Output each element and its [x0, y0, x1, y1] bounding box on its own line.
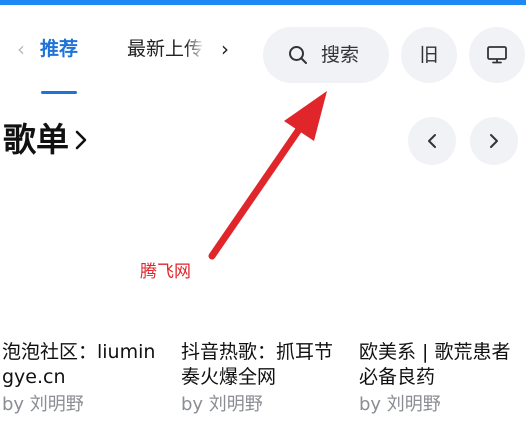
playlist-card-title[interactable]: 欧美系 | 歌荒患者必备良药 [359, 340, 519, 390]
chevron-right-icon[interactable]: › [215, 37, 235, 61]
tab-latest-upload-label: 最新上传 [127, 38, 204, 60]
tab-latest-upload[interactable]: 最新上传 [127, 35, 205, 63]
search-icon [289, 46, 307, 64]
next-page-button[interactable] [470, 117, 518, 165]
tab-recommend[interactable]: 推荐 [40, 35, 78, 63]
playlist-card-title[interactable]: 泡泡社区：liumingye.cn [2, 340, 162, 390]
playlist-card-author: by 刘明野 [2, 394, 84, 415]
playlist-card[interactable]: 抖音热歌：抓耳节奏火爆全网 by 刘明野 [181, 340, 341, 424]
monitor-icon [487, 46, 507, 64]
playlist-card-author: by 刘明野 [181, 394, 263, 415]
playlist-card-author: by 刘明野 [359, 394, 441, 415]
chevron-right-icon [490, 134, 498, 148]
chevron-left-icon[interactable]: ‹ [12, 39, 30, 59]
tab-recommend-label: 推荐 [40, 38, 78, 60]
playlist-card[interactable]: 泡泡社区：liumingye.cn by 刘明野 [2, 340, 162, 424]
old-version-button[interactable]: 旧 [401, 27, 457, 83]
search-button[interactable]: 搜索 [263, 27, 389, 83]
playlist-card[interactable]: 欧美系 | 歌荒患者必备良药 by 刘明野 [359, 340, 519, 424]
section-title: 歌单 [3, 120, 69, 159]
search-label: 搜索 [321, 44, 360, 66]
watermark-text: 腾飞网 [140, 262, 191, 282]
device-button[interactable] [469, 27, 525, 83]
playlist-card-title[interactable]: 抖音热歌：抓耳节奏火爆全网 [181, 340, 341, 390]
chevron-left-icon [428, 134, 436, 148]
active-tab-indicator [41, 91, 77, 94]
previous-page-button[interactable] [408, 117, 456, 165]
chevron-right-icon [75, 130, 87, 150]
playlist-section-header[interactable]: 歌单 [0, 112, 300, 168]
old-version-label: 旧 [419, 44, 439, 66]
tab-bar: ‹ 推荐 最新上传 › 搜索 旧 [0, 5, 526, 95]
